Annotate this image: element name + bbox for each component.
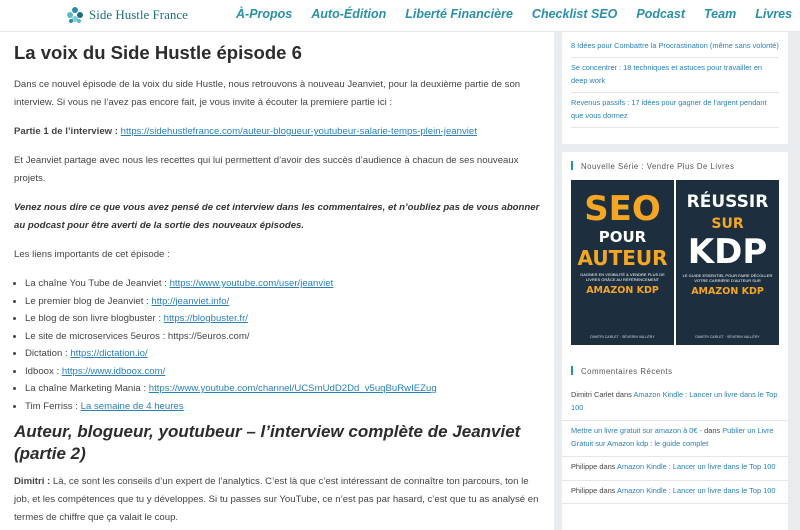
site-logo[interactable]: Side Hustle France <box>64 4 188 26</box>
list-item: La chaîne Marketing Mania : https://www.… <box>25 380 540 398</box>
jeanviet-blog-link[interactable]: http://jeanviet.info/ <box>151 296 229 307</box>
link-label: Dictation : <box>25 348 68 359</box>
comments-title: Commentaires Récents <box>562 357 788 385</box>
link-label: Le site de microservices 5euros : https:… <box>25 330 250 342</box>
dimitri-paragraph: Dimitri : Là, ce sont les conseils d’un … <box>14 473 540 527</box>
link-label: La chaîne Marketing Mania : <box>25 383 147 394</box>
nav-item-a-propos[interactable]: À-Propos <box>236 7 292 21</box>
links-heading: Les liens importants de cet épisode : <box>14 249 170 260</box>
youtube-jeanviet-link[interactable]: https://www.youtube.com/user/jeanviet <box>170 278 334 289</box>
comment-item: Philippe dans Amazon Kindle : Lancer un … <box>562 457 788 481</box>
comment-sep: dans <box>613 390 634 399</box>
episode-links-list: La chaîne You Tube de Jeanviet : https:/… <box>25 275 540 415</box>
leaf-cluster-icon <box>67 7 83 23</box>
recent-posts-widget: 8 Idées pour Combattre la Procrastinatio… <box>562 32 788 144</box>
marketing-mania-link[interactable]: https://www.youtube.com/channel/UCSmUdD2… <box>149 383 437 394</box>
book-series-banner[interactable]: SEO POUR AUTEUR GAGNER EN VISIBILITÉ & V… <box>571 180 779 345</box>
comment-item: Mettre un livre gratuit sur amazon à 0€ … <box>562 421 788 457</box>
recent-post-link[interactable]: Revenus passifs : 17 idées pour gagner d… <box>571 93 779 128</box>
part1-link[interactable]: https://sidehustlefrance.com/auteur-blog… <box>121 126 477 137</box>
dictation-link[interactable]: https://dictation.io/ <box>70 348 147 359</box>
comment-author: Philippe <box>571 462 598 471</box>
link-label: La chaîne You Tube de Jeanviet : <box>25 278 167 289</box>
link-label: Tim Ferriss : <box>25 400 78 412</box>
book1-line2: POUR <box>598 228 647 246</box>
book2-kdp: AMAZON KDP <box>691 286 764 297</box>
book2-line3: KDP <box>687 232 768 272</box>
part1-paragraph: Partie 1 de l’interview : https://sidehu… <box>14 123 540 141</box>
nav-item-team[interactable]: Team <box>704 7 736 21</box>
link-label: Le premier blog de Jeanviet : <box>25 295 149 307</box>
recipes-paragraph: Et Jeanviet partage avec nous les recett… <box>14 155 519 184</box>
comment-author: Dimitri Carlet <box>571 390 614 399</box>
book1-blurb: GAGNER EN VISIBILITÉ & VENDRE PLUS DE LI… <box>580 272 665 282</box>
nav-item-podcast[interactable]: Podcast <box>636 7 685 21</box>
book1-line1: SEO <box>584 189 661 229</box>
list-item: La chaîne You Tube de Jeanviet : https:/… <box>25 275 540 293</box>
nav-item-checklist-seo[interactable]: Checklist SEO <box>532 7 617 21</box>
book2-blurb: LE GUIDE ESSENTIEL POUR FAIRE DÉCOLLER V… <box>682 273 773 283</box>
list-item: Dictation : https://dictation.io/ <box>25 345 540 363</box>
recent-post-link[interactable]: Se concentrer : 18 techniques et astuces… <box>571 58 779 93</box>
recent-post-link[interactable]: 8 Idées pour Combattre la Procrastinatio… <box>571 36 779 58</box>
interview-subtitle: Auteur, blogueur, youtubeur – l’intervie… <box>14 422 521 463</box>
article-panel: La voix du Side Hustle épisode 6 Dans ce… <box>0 32 554 530</box>
comment-sep: dans <box>597 462 618 471</box>
list-item: Tim Ferriss : La semaine de 4 heures <box>25 398 540 416</box>
book2-line1: RÉUSSIR <box>686 192 769 212</box>
nav-item-auto-edition[interactable]: Auto-Édition <box>311 7 386 21</box>
list-item: Le premier blog de Jeanviet : http://jea… <box>25 293 540 311</box>
article-title: La voix du Side Hustle épisode 6 <box>14 42 302 63</box>
book1-line3: AUTEUR <box>577 246 668 270</box>
comment-author-link[interactable]: Mettre un livre gratuit sur amazon à 0€ … <box>571 426 702 435</box>
comment-author: Philippe <box>571 485 598 495</box>
list-item: Le site de microservices 5euros : https:… <box>25 328 540 346</box>
list-item: Idboox : https://www.idboox.com/ <box>25 363 540 381</box>
article-intro: Dans ce nouvel épisode de la voix du sid… <box>14 79 521 108</box>
dimitri-text: Là, ce sont les conseils d’un expert de … <box>14 476 539 523</box>
idboox-link[interactable]: https://www.idboox.com/ <box>62 366 165 377</box>
book1-kdp: AMAZON KDP <box>586 285 659 296</box>
book1-authors: DIMITRI CARLET · SÉVERIN VALLÉRY <box>590 335 655 339</box>
cta-paragraph: Venez nous dire ce que vous avez pensé d… <box>14 202 540 231</box>
link-label: Le blog de son livre blogbuster : <box>25 313 161 324</box>
nav-item-liberte-financiere[interactable]: Liberté Financière <box>405 7 513 21</box>
comment-post-link[interactable]: Amazon Kindle : Lancer un livre dans le … <box>617 462 775 471</box>
book2-line2: SUR <box>711 216 744 232</box>
blogbuster-link[interactable]: https://blogbuster.fr/ <box>164 313 248 324</box>
book2-authors: DIMITRI CARLET · SÉVERIN VALLÉRY <box>695 335 760 339</box>
series-title: Nouvelle Série : Vendre Plus De Livres <box>562 152 788 180</box>
sidebar: 8 Idées pour Combattre la Procrastinatio… <box>562 32 800 530</box>
comment-item: Philippe dans Amazon Kindle : Lancer un … <box>562 481 788 504</box>
comment-item: Dimitri Carlet dans Amazon Kindle : Lanc… <box>562 385 788 421</box>
part1-label: Partie 1 de l’interview : <box>14 126 118 137</box>
book-cover-seo[interactable]: SEO POUR AUTEUR GAGNER EN VISIBILITÉ & V… <box>571 180 674 345</box>
semaine-4-heures-link[interactable]: La semaine de 4 heures <box>81 401 184 412</box>
top-bar: Side Hustle France À-Propos Auto-Édition… <box>0 0 800 32</box>
recent-comments-widget: Commentaires Récents Dimitri Carlet dans… <box>562 357 788 530</box>
comment-sep: dans <box>597 485 618 495</box>
link-label: Idboox : <box>25 365 60 377</box>
book-series-widget: Nouvelle Série : Vendre Plus De Livres S… <box>562 152 788 392</box>
logo-text: Side Hustle France <box>89 7 188 22</box>
comment-sep: dans <box>702 426 723 435</box>
list-item: Le blog de son livre blogbuster : https:… <box>25 310 540 328</box>
comment-post-link[interactable]: Amazon Kindle : Lancer un livre dans le … <box>617 486 775 495</box>
dimitri-label: Dimitri : <box>14 476 51 487</box>
main-nav: À-Propos Auto-Édition Liberté Financière… <box>236 7 800 21</box>
book-cover-kdp[interactable]: RÉUSSIR SUR KDP LE GUIDE ESSENTIEL POUR … <box>676 180 779 345</box>
nav-item-livres[interactable]: Livres <box>755 7 792 21</box>
